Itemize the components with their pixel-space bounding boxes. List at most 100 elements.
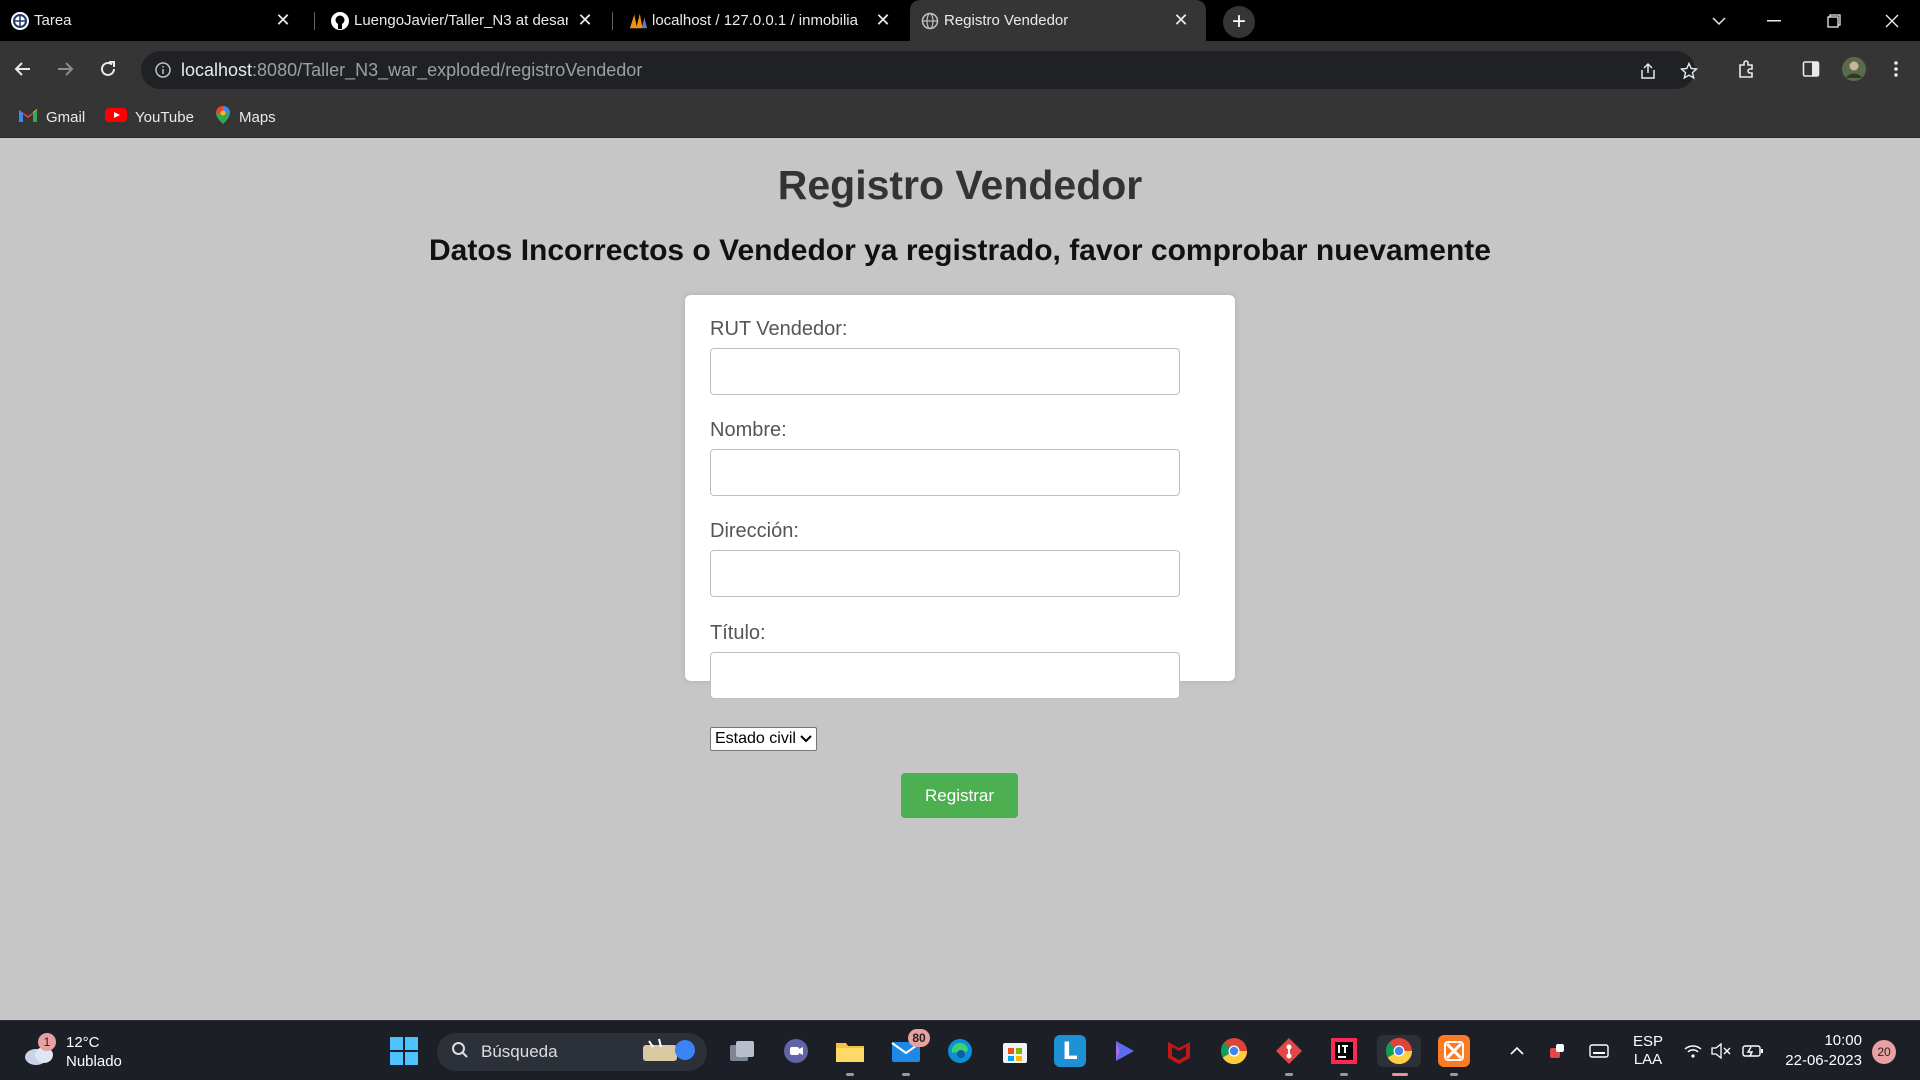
search-highlight-icon: [639, 1035, 701, 1070]
cloud-icon: 1: [22, 1033, 56, 1067]
maps-icon: [215, 105, 231, 129]
share-icon[interactable]: [1635, 58, 1661, 84]
rut-label: RUT Vendedor:: [710, 318, 848, 340]
copilot-icon[interactable]: [1108, 1035, 1140, 1067]
address-bar[interactable]: localhost:8080/Taller_N3_war_exploded/re…: [141, 51, 1698, 89]
clock[interactable]: 10:00 22-06-2023: [1778, 1031, 1862, 1071]
windows-start-icon[interactable]: [388, 1035, 420, 1067]
nombre-label: Nombre:: [710, 419, 787, 441]
show-hidden-icons-chevron-icon[interactable]: [1502, 1021, 1532, 1080]
running-indicator: [846, 1073, 854, 1076]
tab-title: localhost / 127.0.0.1 / inmobilia: [652, 12, 858, 29]
direccion-label: Dirección:: [710, 520, 799, 542]
registrar-button[interactable]: Registrar: [901, 773, 1018, 818]
teams-chat-icon[interactable]: [780, 1035, 812, 1067]
moodle-icon: [10, 11, 30, 31]
side-panel-icon[interactable]: [1795, 53, 1827, 85]
weather-badge: 1: [38, 1033, 56, 1051]
wifi-icon[interactable]: [1680, 1021, 1706, 1080]
estado-civil-select[interactable]: Estado civil: [710, 727, 817, 751]
tab-github[interactable]: LuengoJavier/Taller_N3 at desar ✕: [320, 0, 610, 41]
language-code: ESP: [1632, 1033, 1663, 1050]
globe-icon: [920, 11, 940, 31]
bookmark-youtube[interactable]: YouTube: [105, 106, 194, 128]
direccion-input[interactable]: [710, 550, 1180, 597]
back-icon[interactable]: [7, 53, 39, 85]
running-indicator: [902, 1073, 910, 1076]
close-tab-icon[interactable]: ✕: [574, 10, 596, 32]
tab-tarea[interactable]: Tarea ✕: [0, 0, 308, 41]
browser-toolbar: localhost:8080/Taller_N3_war_exploded/re…: [0, 41, 1920, 97]
tab-title: Tarea: [34, 12, 72, 29]
page-title: Registro Vendedor: [777, 162, 1143, 208]
clock-time: 10:00: [1824, 1032, 1862, 1049]
tab-title: LuengoJavier/Taller_N3 at desar: [354, 12, 568, 29]
keyboard-code: LAA: [1633, 1051, 1663, 1068]
weather-temp: 12°C: [66, 1034, 100, 1051]
error-message: Datos Incorrectos o Vendedor ya registra…: [429, 234, 1491, 267]
restore-icon[interactable]: [1806, 0, 1862, 41]
search-icon: [451, 1041, 469, 1064]
edge-icon[interactable]: [944, 1035, 976, 1067]
page-content: Registro Vendedor Datos Incorrectos o Ve…: [0, 138, 1920, 1020]
url-host: localhost: [181, 59, 253, 80]
letter-l-app-icon[interactable]: L: [1054, 1035, 1086, 1067]
bookmark-maps[interactable]: Maps: [215, 106, 276, 128]
git-client-icon[interactable]: [1273, 1035, 1305, 1067]
reload-icon[interactable]: [92, 53, 124, 85]
close-tab-icon[interactable]: ✕: [872, 10, 894, 32]
minimize-icon[interactable]: [1746, 0, 1802, 41]
profile-avatar[interactable]: [1838, 53, 1870, 85]
titulo-input[interactable]: [710, 652, 1180, 699]
chrome-icon[interactable]: [1218, 1035, 1250, 1067]
site-info-icon[interactable]: [153, 60, 173, 80]
phpmyadmin-icon: [628, 11, 648, 31]
extensions-icon[interactable]: [1730, 53, 1762, 85]
rut-input[interactable]: [710, 348, 1180, 395]
nombre-input[interactable]: [710, 449, 1180, 496]
close-window-icon[interactable]: [1864, 0, 1920, 41]
chrome-menu-icon[interactable]: [1880, 53, 1912, 85]
estado-civil-value: Estado civil: [715, 730, 796, 747]
battery-icon[interactable]: [1738, 1021, 1768, 1080]
titulo-label: Título:: [710, 622, 766, 644]
tab-divider: [612, 12, 613, 30]
mcafee-icon[interactable]: [1163, 1035, 1195, 1067]
active-indicator: [1392, 1073, 1408, 1076]
gmail-icon: [18, 107, 38, 127]
url-path: :8080/Taller_N3_war_exploded/registroVen…: [252, 59, 643, 80]
microsoft-store-icon[interactable]: [999, 1035, 1031, 1067]
youtube-icon: [105, 107, 127, 127]
chevron-down-icon: [800, 730, 812, 748]
tray-app-icon[interactable]: [1540, 1021, 1574, 1080]
tab-search-chevron-icon[interactable]: [1691, 0, 1747, 41]
new-tab-button[interactable]: +: [1223, 6, 1255, 38]
file-explorer-icon[interactable]: [834, 1035, 866, 1067]
bookmark-gmail[interactable]: Gmail: [18, 106, 85, 128]
close-tab-icon[interactable]: ✕: [1170, 10, 1192, 32]
bookmarks-bar: Gmail YouTube Maps: [0, 97, 1920, 138]
input-language[interactable]: ESP LAA: [1626, 1021, 1670, 1080]
bookmark-star-icon[interactable]: [1676, 58, 1702, 84]
weather-widget[interactable]: 1 12°C Nublado: [22, 1033, 122, 1071]
notification-badge[interactable]: 20: [1872, 1040, 1896, 1064]
intellij-icon[interactable]: [1328, 1035, 1360, 1067]
keyboard-layout-icon[interactable]: [1582, 1021, 1616, 1080]
close-tab-icon[interactable]: ✕: [272, 10, 294, 32]
bookmark-label: YouTube: [135, 108, 194, 126]
mail-badge: 80: [908, 1029, 930, 1047]
volume-muted-icon[interactable]: [1708, 1021, 1734, 1080]
search-placeholder: Búsqueda: [481, 1042, 558, 1061]
github-icon: [330, 11, 350, 31]
mail-icon[interactable]: 80: [890, 1029, 930, 1067]
windows-taskbar: 1 12°C Nublado Búsqueda 80 L ESP LAA 10:…: [0, 1020, 1920, 1080]
tab-phpmyadmin[interactable]: localhost / 127.0.0.1 / inmobilia ✕: [618, 0, 908, 41]
tab-registro-vendedor[interactable]: Registro Vendedor ✕: [910, 0, 1206, 41]
taskbar-search[interactable]: Búsqueda: [437, 1033, 707, 1071]
registration-form: RUT Vendedor: Nombre: Dirección: Título:…: [685, 295, 1235, 818]
task-view-icon[interactable]: [726, 1035, 758, 1067]
chrome-active-icon[interactable]: [1377, 1035, 1421, 1067]
xampp-icon[interactable]: [1438, 1035, 1470, 1067]
forward-icon[interactable]: [49, 53, 81, 85]
weather-desc: Nublado: [66, 1053, 122, 1070]
